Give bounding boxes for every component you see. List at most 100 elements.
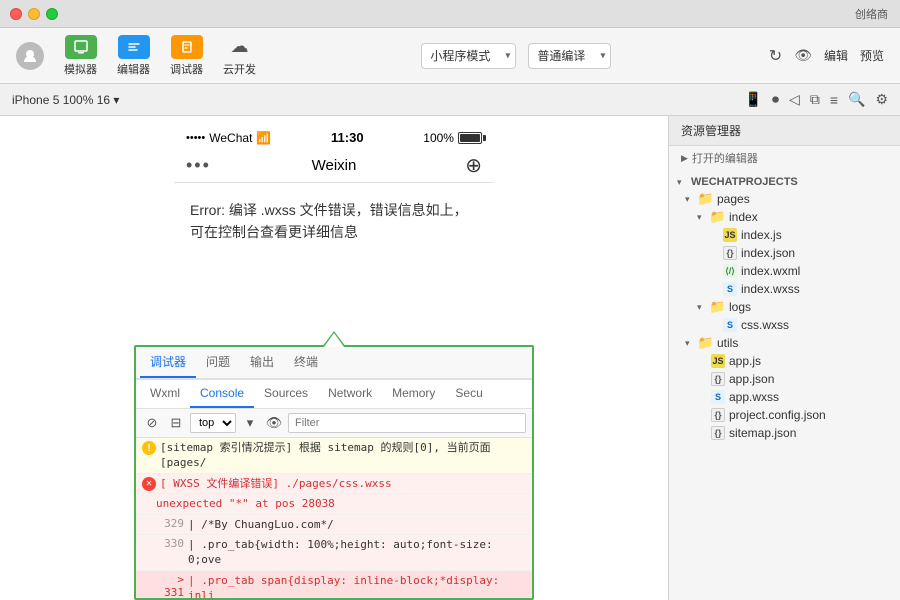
json-icon-index: {} [723, 246, 737, 260]
utils-label: utils [717, 336, 738, 350]
json-icon-project: {} [711, 408, 725, 422]
preview-button[interactable]: 预览 [860, 47, 884, 64]
sidebar-item-index[interactable]: ▾ 📁 index [669, 208, 900, 226]
sidebar-item-index-wxss[interactable]: S index.wxss [669, 280, 900, 298]
log-line-code-331: > 331 | .pro_tab span{display: inline-bl… [136, 571, 532, 598]
app-json-label: app.json [729, 372, 774, 386]
sidebar-item-index-js[interactable]: JS index.js [669, 226, 900, 244]
sidebar-item-app-wxss[interactable]: S app.wxss [669, 388, 900, 406]
file-tree: ▾ WECHATPROJECTS ▾ 📁 pages ▾ 📁 index JS … [669, 170, 900, 446]
error-icon-1: ✕ [142, 477, 156, 491]
battery-percent: 100% [423, 131, 454, 145]
logs-label: logs [729, 300, 751, 314]
app-js-label: app.js [729, 354, 761, 368]
open-editors-section[interactable]: ▶ 打开的编辑器 [669, 146, 900, 170]
main-toolbar: 模拟器 编辑器 调试器 ☁ 云开发 小程序模式 普通编译 [0, 28, 900, 84]
wifi-icon: 📶 [256, 131, 271, 145]
cloud-icon: ☁ [224, 35, 256, 59]
secondary-toolbar-right: 📱 ⏺ ◁ ⧉ ≡ 🔍 ⚙ [745, 91, 888, 108]
editor-button[interactable]: 编辑器 [109, 31, 158, 81]
log-line-code-330: 330 | .pro_tab{width: 100%;height: auto;… [136, 535, 532, 571]
device-label[interactable]: iPhone 5 100% 16 ▾ [12, 93, 119, 107]
xml-icon-index: ⟨/⟩ [723, 264, 737, 278]
record-icon[interactable]: ⏺ [772, 91, 779, 108]
phone-nav-more-icon[interactable]: ⊕ [465, 153, 482, 178]
sidebar-item-index-json[interactable]: {} index.json [669, 244, 900, 262]
sidebar-item-project-config[interactable]: {} project.config.json [669, 406, 900, 424]
debugger-button[interactable]: 调试器 [162, 31, 211, 81]
console-filter-icon[interactable]: ⊟ [166, 413, 186, 433]
folder-icon-pages: 📁 [699, 192, 713, 206]
sidebar-item-index-wxml[interactable]: ⟨/⟩ index.wxml [669, 262, 900, 280]
sidebar-item-pages[interactable]: ▾ 📁 pages [669, 190, 900, 208]
editor-label: 编辑器 [117, 61, 150, 77]
refresh-icon[interactable]: ↻ [769, 46, 782, 66]
settings-icon[interactable]: ⚙ [875, 91, 888, 108]
phone-icon[interactable]: 📱 [745, 91, 762, 108]
list-icon[interactable]: ≡ [830, 92, 838, 108]
tab-problems[interactable]: 问题 [196, 347, 240, 378]
index-wxss-label: index.wxss [741, 282, 800, 296]
project-config-label: project.config.json [729, 408, 826, 422]
mode-select-wrapper[interactable]: 小程序模式 [421, 43, 516, 69]
sidebar-item-sitemap[interactable]: {} sitemap.json [669, 424, 900, 442]
cloud-button[interactable]: ☁ 云开发 [215, 31, 264, 81]
sidebar-item-logs[interactable]: ▾ 📁 logs [669, 298, 900, 316]
sidebar-item-app-js[interactable]: JS app.js [669, 352, 900, 370]
console-tab-sources[interactable]: Sources [254, 380, 318, 408]
console-eye-icon[interactable]: 👁 [264, 413, 284, 433]
console-tab-secu[interactable]: Secu [445, 380, 492, 408]
console-tab-wxml[interactable]: Wxml [140, 380, 190, 408]
sidebar-project-root[interactable]: ▾ WECHATPROJECTS [669, 174, 900, 190]
index-arrow: ▾ [697, 212, 707, 223]
compile-select-wrapper[interactable]: 普通编译 [528, 43, 611, 69]
phone-time: 11:30 [331, 130, 364, 145]
simulator-button[interactable]: 模拟器 [56, 31, 105, 81]
sidebar-item-css-wxss[interactable]: S css.wxss [669, 316, 900, 334]
index-js-label: index.js [741, 228, 782, 242]
console-clear-icon[interactable]: ⊘ [142, 413, 162, 433]
console-dropdown-icon[interactable]: ▾ [240, 413, 260, 433]
avatar[interactable] [16, 42, 44, 70]
error-text: Error: 编译 .wxss 文件错误，错误信息如上，可在控制台查看更详细信息 [190, 199, 478, 244]
editor-icon [118, 35, 150, 59]
simulator-area: ••••• WeChat 📶 11:30 100% ••• Weixin ⊕ [0, 116, 668, 600]
console-tab-network[interactable]: Network [318, 380, 382, 408]
log-line-code-329: 329 | /*By ChuangLuo.com*/ [136, 515, 532, 535]
phone-nav-dots[interactable]: ••• [186, 155, 211, 176]
tab-debugger[interactable]: 调试器 [140, 347, 196, 378]
close-button[interactable] [10, 8, 22, 20]
copy-icon[interactable]: ⧉ [810, 91, 820, 108]
pages-arrow: ▾ [685, 194, 695, 205]
sitemap-label: sitemap.json [729, 426, 796, 440]
context-select[interactable]: top [190, 413, 236, 433]
devtools-panel: 调试器 问题 输出 终端 Wxml Console Sources Networ… [134, 345, 534, 600]
devtools-tabs: 调试器 问题 输出 终端 [136, 347, 532, 379]
search-icon[interactable]: 🔍 [848, 91, 865, 108]
tab-output[interactable]: 输出 [240, 347, 284, 378]
mode-select[interactable]: 小程序模式 [421, 43, 516, 69]
console-filter-input[interactable] [288, 413, 526, 433]
sidebar-section-title: 资源管理器 [669, 116, 900, 146]
compile-select[interactable]: 普通编译 [528, 43, 611, 69]
log-text-warn: [sitemap 索引情况提示] 根据 sitemap 的规则[0], 当前页面… [160, 440, 526, 471]
json-icon-sitemap: {} [711, 426, 725, 440]
main-area: ••••• WeChat 📶 11:30 100% ••• Weixin ⊕ [0, 116, 900, 600]
console-tab-memory[interactable]: Memory [382, 380, 445, 408]
edit-button[interactable]: 编辑 [824, 47, 848, 64]
console-tab-console[interactable]: Console [190, 380, 254, 408]
back-icon[interactable]: ◁ [789, 91, 800, 108]
phone-carrier: WeChat [209, 131, 252, 145]
minimize-button[interactable] [28, 8, 40, 20]
pages-label: pages [717, 192, 750, 206]
phone-nav-bar: ••• Weixin ⊕ [174, 149, 494, 183]
wxss-icon-index: S [723, 282, 737, 296]
sidebar-item-app-json[interactable]: {} app.json [669, 370, 900, 388]
sidebar-item-utils[interactable]: ▾ 📁 utils [669, 334, 900, 352]
maximize-button[interactable] [46, 8, 58, 20]
toolbar-right: ↻ 👁 编辑 预览 [769, 46, 884, 66]
tab-terminal[interactable]: 终端 [284, 347, 328, 378]
eye-icon[interactable]: 👁 [794, 47, 812, 64]
json-icon-app: {} [711, 372, 725, 386]
console-toolbar: ⊘ ⊟ top ▾ 👁 [136, 409, 532, 438]
